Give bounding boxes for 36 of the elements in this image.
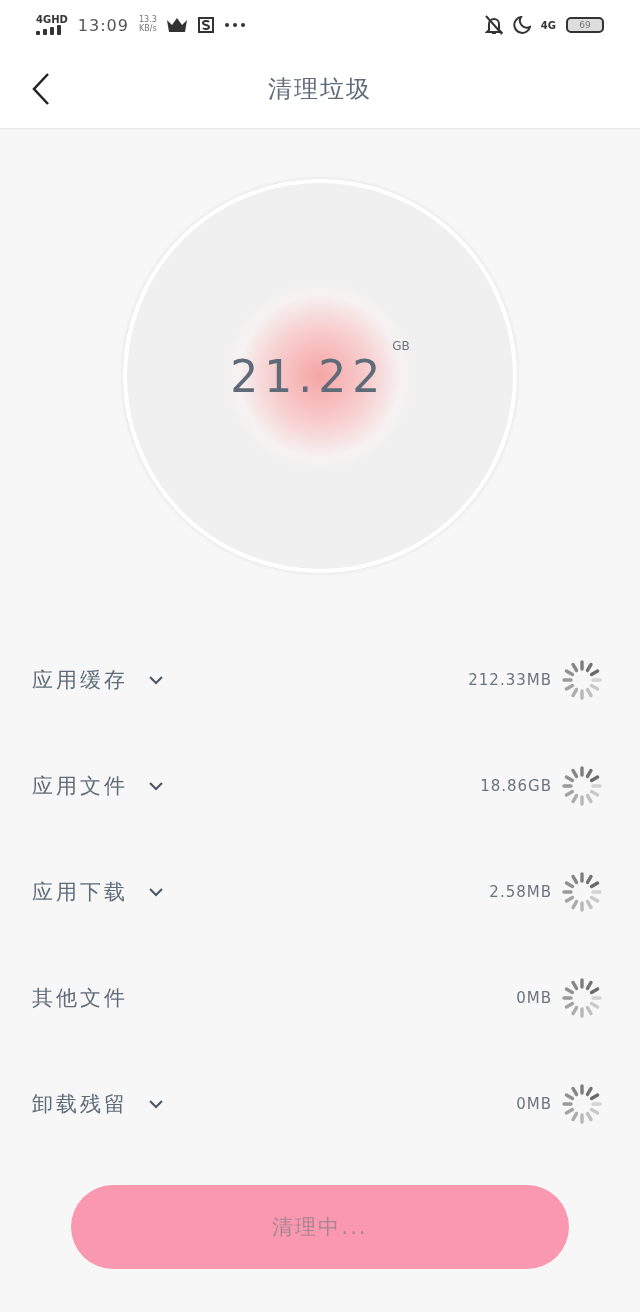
chevron-down-icon[interactable] xyxy=(148,887,164,897)
category-size: 18.86GB xyxy=(480,777,552,795)
total-size: 21.22 xyxy=(230,350,387,402)
loading-spinner-icon xyxy=(562,766,602,806)
clock: 13:09 xyxy=(77,15,129,35)
category-size: 2.58MB xyxy=(489,883,552,901)
category-label: 其他文件 xyxy=(32,985,128,1012)
loading-spinner-icon xyxy=(562,1084,602,1124)
category-label: 应用文件 xyxy=(32,773,128,800)
category-size: 0MB xyxy=(516,989,552,1007)
category-label: 应用缓存 xyxy=(32,667,128,694)
network-label: 4G xyxy=(540,19,556,31)
network-label: 4GHD xyxy=(36,15,68,25)
chevron-down-icon[interactable] xyxy=(148,1099,164,1109)
screenshot-s-icon xyxy=(196,16,215,34)
more-icon xyxy=(224,23,245,27)
cleaning-button[interactable]: 清理中... xyxy=(71,1185,569,1269)
signal-icon xyxy=(36,25,62,35)
size-unit: GB xyxy=(392,338,410,353)
page-title: 清理垃圾 xyxy=(268,74,372,105)
crown-icon xyxy=(166,18,187,32)
chevron-down-icon[interactable] xyxy=(148,781,164,791)
loading-spinner-icon xyxy=(562,978,602,1018)
loading-spinner-icon xyxy=(562,660,602,700)
loading-spinner-icon xyxy=(562,872,602,912)
speed-value: 13.3 xyxy=(138,16,157,25)
bell-off-icon xyxy=(484,15,503,35)
category-label: 卸载残留 xyxy=(32,1091,128,1118)
back-button[interactable] xyxy=(30,72,52,106)
battery-icon: 69 xyxy=(566,17,604,33)
moon-icon xyxy=(512,16,531,34)
category-label: 应用下载 xyxy=(32,879,128,906)
category-size: 212.33MB xyxy=(468,671,552,689)
chevron-down-icon[interactable] xyxy=(148,675,164,685)
category-size: 0MB xyxy=(516,1095,552,1113)
speed-unit: KB/s xyxy=(139,25,157,34)
